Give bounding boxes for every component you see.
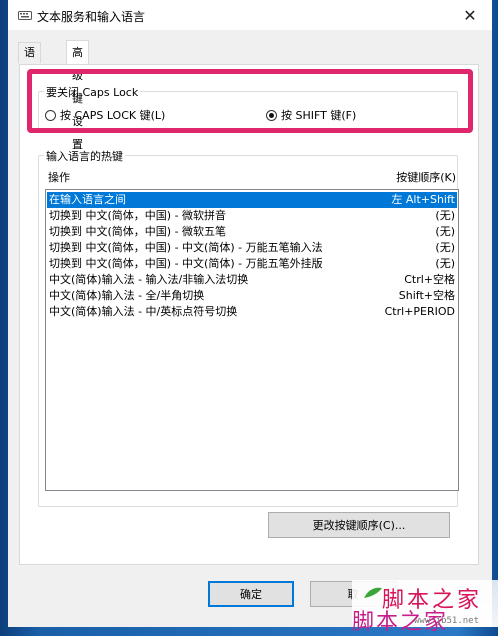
close-button[interactable]: ✕ [448, 0, 492, 30]
close-icon: ✕ [463, 5, 477, 25]
list-item[interactable]: 中文(简体)输入法 - 中/英标点符号切换 Ctrl+PERIOD [47, 304, 457, 320]
column-header-key-sequence: 按键顺序(K) [396, 171, 456, 184]
list-item[interactable]: 中文(简体)输入法 - 全/半角切换 Shift+空格 [47, 288, 457, 304]
list-item[interactable]: 中文(简体)输入法 - 输入法/非输入法切换 Ctrl+空格 [47, 272, 457, 288]
column-header-action: 操作 [48, 171, 70, 184]
list-item[interactable]: 切换到 中文(简体，中国) - 中文(简体) - 万能五笔输入法 (无) [47, 240, 457, 256]
annotation-highlight-box [27, 69, 473, 133]
tab-language-bar[interactable]: 语言栏 [18, 42, 41, 99]
list-item[interactable]: 切换到 中文(简体，中国) - 中文(简体) - 万能五笔外挂版 (无) [47, 256, 457, 272]
keyboard-icon [18, 11, 32, 20]
ok-button[interactable]: 确定 [208, 581, 294, 607]
change-key-sequence-button[interactable]: 更改按键顺序(C)... [268, 512, 450, 538]
leaf-icon [364, 587, 382, 598]
watermark-logo: 脚本之家 脚本之家 www.jb51.net [352, 580, 498, 635]
dialog-window: 文本服务和输入语言 ✕ 语言栏 高级键设置 要关闭 Caps Lock 按 CA… [8, 0, 492, 627]
list-item[interactable]: 切换到 中文(简体，中国) - 微软拼音 (无) [47, 208, 457, 224]
hotkey-list[interactable]: 在输入语言之间 左 Alt+Shift 切换到 中文(简体，中国) - 微软拼音… [45, 189, 459, 491]
watermark-url: www.jb51.net [414, 616, 480, 626]
list-item[interactable]: 在输入语言之间 左 Alt+Shift [47, 192, 457, 208]
window-title: 文本服务和输入语言 [37, 10, 146, 24]
tab-advanced-key-settings[interactable]: 高级键设置 [66, 40, 89, 151]
title-bar: 文本服务和输入语言 ✕ [8, 0, 492, 30]
list-item[interactable]: 切换到 中文(简体，中国) - 微软五笔 (无) [47, 224, 457, 240]
hotkeys-group-label: 输入语言的热键 [44, 148, 125, 164]
